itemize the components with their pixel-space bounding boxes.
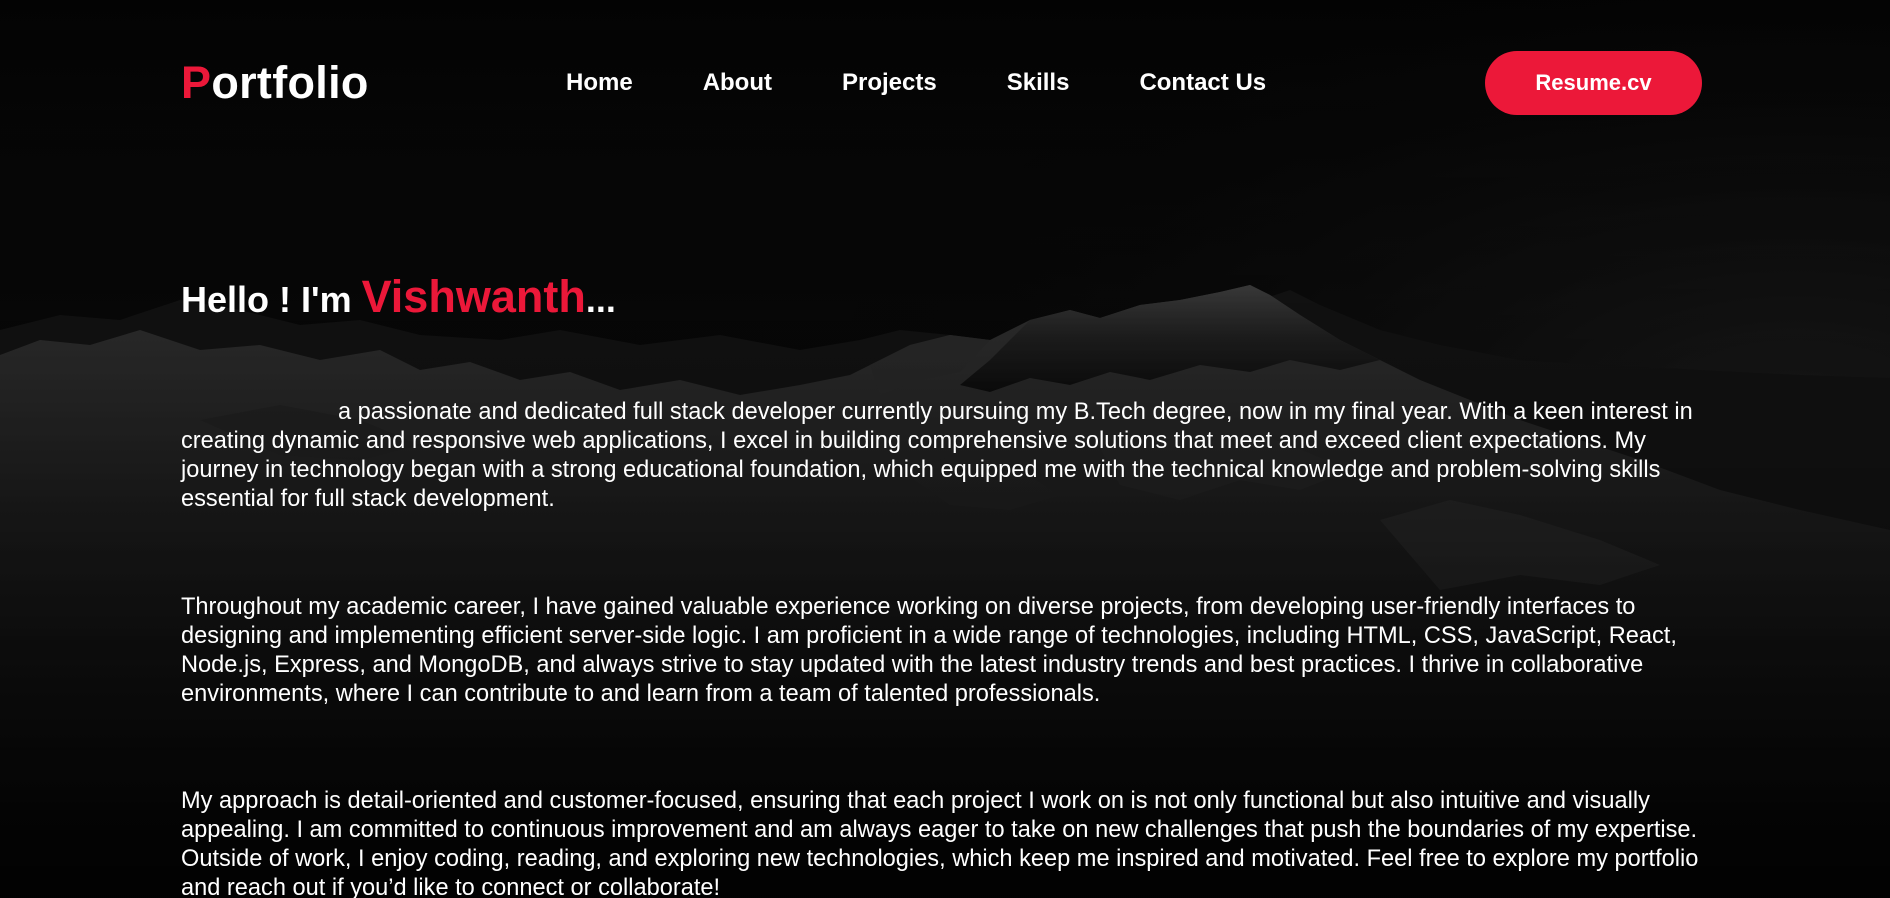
logo-initial: P (181, 57, 212, 108)
greeting-suffix: ... (585, 279, 616, 320)
main-nav: Home About Projects Skills Contact Us (566, 68, 1266, 98)
nav-home-link[interactable]: Home (566, 68, 633, 98)
intro-paragraph-2: Throughout my academic career, I have ga… (181, 594, 1677, 707)
logo-text: ortfolio (211, 57, 369, 108)
logo[interactable]: Portfolio (181, 56, 369, 110)
intro-paragraph-3: My approach is detail-oriented and custo… (181, 788, 1699, 898)
intro-paragraph-1: a passionate and dedicated full stack de… (181, 399, 1693, 512)
nav-projects-link[interactable]: Projects (842, 68, 937, 98)
greeting-prefix: Hello ! I'm (181, 279, 362, 320)
nav-skills-link[interactable]: Skills (1007, 68, 1070, 98)
resume-button[interactable]: Resume.cv (1485, 51, 1702, 115)
page: Portfolio Home About Projects Skills Con… (0, 0, 1890, 898)
hero-greeting: Hello ! I'm Vishwanth... (181, 268, 616, 329)
hero-name: Vishwanth (361, 271, 586, 322)
nav-about-link[interactable]: About (703, 68, 772, 98)
nav-contact-link[interactable]: Contact Us (1139, 68, 1266, 98)
